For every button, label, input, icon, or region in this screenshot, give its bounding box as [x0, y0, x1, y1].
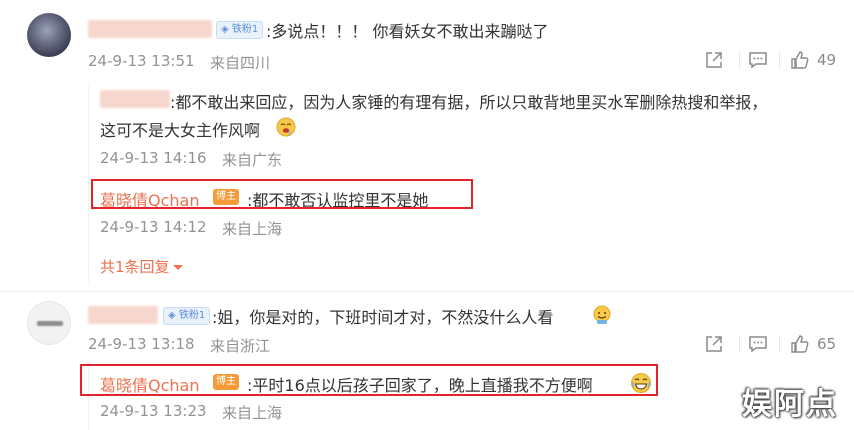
reply-text: :都不敢出来回应，因为人家锤的有理有据，所以只敢背地里买水军删除热搜和举报， — [170, 93, 768, 112]
like-count: 65 — [817, 335, 837, 353]
emoji-smile-icon — [593, 305, 611, 324]
highlight-box — [80, 364, 658, 396]
replier-name-blurred[interactable] — [100, 90, 170, 110]
comment-button[interactable] — [748, 334, 768, 354]
like-button[interactable]: 49 — [790, 50, 836, 70]
more-replies-link[interactable]: 共1条回复 — [100, 256, 183, 277]
avatar[interactable] — [27, 301, 71, 345]
reply-location: 来自上海 — [222, 220, 283, 238]
comment-time: 24-9-13 13:51 — [88, 52, 195, 70]
caret-down-icon — [172, 264, 183, 270]
reply-time: 24-9-13 14:16 — [100, 149, 207, 167]
reply-text-continued: 这可不是大女主作风啊 — [100, 121, 261, 140]
fan-badge: ◈ 铁粉1 — [163, 307, 211, 325]
like-icon — [791, 51, 809, 69]
like-icon — [791, 335, 809, 353]
share-button[interactable] — [704, 50, 724, 70]
reply-location: 来自上海 — [222, 404, 283, 422]
comment-location: 来自浙江 — [210, 337, 271, 355]
comment-text: :多说点！！！ 你看妖女不敢出来蹦哒了 — [266, 22, 549, 41]
share-icon — [706, 52, 722, 68]
reply-thread-line — [88, 86, 89, 282]
watermark: 娱阿点 — [742, 387, 838, 422]
comment-divider — [0, 291, 854, 292]
like-count: 49 — [817, 51, 837, 69]
commenter-name-blurred[interactable] — [88, 20, 212, 40]
highlight-box — [91, 179, 473, 209]
fan-badge: ◈ 铁粉1 — [216, 21, 264, 39]
more-replies-label: 共1条回复 — [100, 258, 170, 276]
comment-time: 24-9-13 13:18 — [88, 335, 195, 353]
commenter-name-blurred[interactable] — [88, 306, 158, 326]
share-button[interactable] — [704, 334, 724, 354]
comment-icon — [749, 336, 767, 353]
avatar[interactable] — [27, 13, 71, 57]
like-button[interactable]: 65 — [790, 334, 836, 354]
comment-button[interactable] — [748, 50, 768, 70]
share-icon — [706, 336, 722, 352]
reply-time: 24-9-13 13:23 — [100, 402, 207, 420]
comment-location: 来自四川 — [210, 54, 271, 72]
comment-icon — [749, 52, 767, 69]
comment-text: :姐，你是对的，下班时间才对，不然没什么人看 — [212, 308, 554, 327]
reply-location: 来自广东 — [222, 151, 283, 169]
reply-time: 24-9-13 14:12 — [100, 218, 207, 236]
emoji-drool-icon — [276, 117, 296, 137]
